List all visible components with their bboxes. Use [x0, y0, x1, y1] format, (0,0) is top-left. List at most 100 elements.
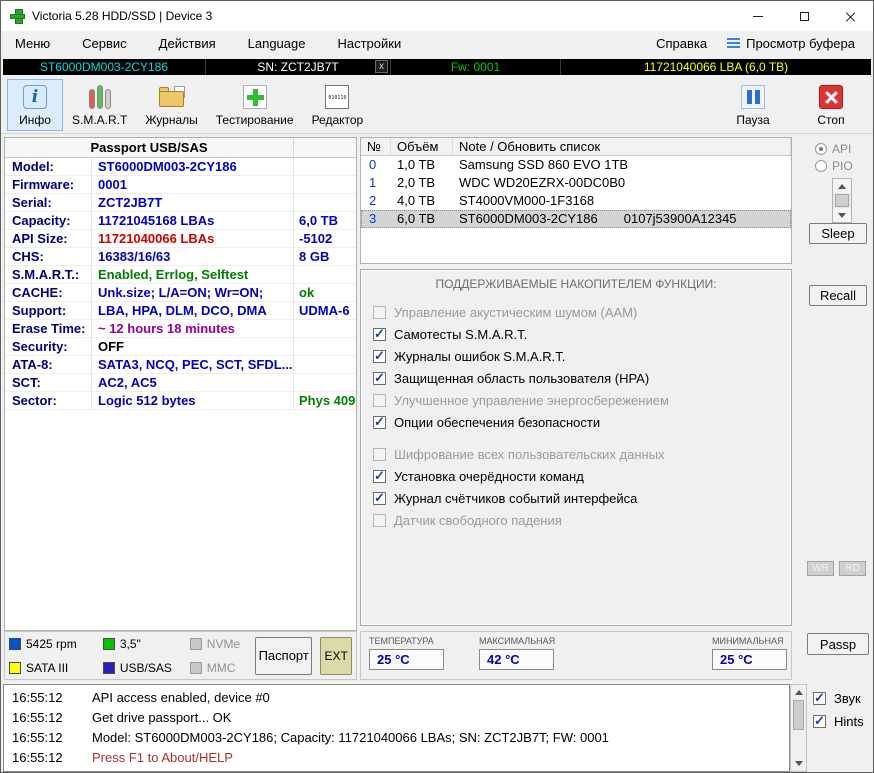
scroll-thumb[interactable]	[835, 194, 849, 207]
scroll-down-icon[interactable]	[791, 756, 806, 771]
log-message: Get drive passport... OK	[92, 710, 232, 725]
legend-formfactor: 3,5"	[102, 636, 190, 652]
menu-item-actions[interactable]: Действия	[143, 36, 232, 51]
legend-rpm-label: 5425 rpm	[26, 636, 77, 651]
features-title: ПОДДЕРЖИВАЕМЫЕ НАКОПИТЕЛЕМ ФУНКЦИИ:	[435, 277, 717, 291]
scroll-up-icon[interactable]	[833, 179, 851, 193]
speed-scrollbar[interactable]	[832, 178, 852, 223]
passport-label: Model:	[12, 159, 54, 174]
pause-button[interactable]: Пауза	[725, 79, 781, 131]
feature-checkbox[interactable]	[373, 326, 386, 342]
window-title: Victoria 5.28 HDD/SSD | Device 3	[32, 9, 213, 23]
drive-row[interactable]: 2 4,0 TB ST4000VM000-1F3168	[361, 192, 791, 210]
close-button[interactable]	[827, 1, 873, 31]
feature-checkbox[interactable]	[373, 414, 386, 430]
maximize-button[interactable]	[781, 1, 827, 31]
log-message: Model: ST6000DM003-2CY186; Capacity: 117…	[92, 730, 609, 745]
feature-checkbox	[373, 513, 386, 527]
passport-value: 0001	[91, 176, 293, 193]
feature-checkbox	[373, 305, 386, 319]
log-line: 16:55:12 Model: ST6000DM003-2CY186; Capac…	[12, 728, 781, 748]
drive-row[interactable]: 3 6,0 TB ST6000DM003-2CY186 0107j53900A1234…	[361, 210, 791, 228]
passp-button[interactable]: Passp	[807, 633, 869, 655]
passport-value: 11721040066 LBAs	[91, 230, 293, 247]
tab-journals[interactable]: Журналы	[136, 79, 206, 131]
passport-row: CACHE: Unk.size; L/A=ON; Wr=ON; ok	[5, 284, 356, 302]
column-number: №	[361, 138, 391, 155]
passport-value: Logic 512 bytes	[91, 392, 293, 409]
drive-row[interactable]: 0 1,0 TB Samsung SSD 860 EVO 1TB	[361, 156, 791, 174]
passport-extra: UDMA-6	[293, 302, 356, 319]
passport-extra	[293, 176, 356, 193]
sleep-button[interactable]: Sleep	[809, 223, 867, 244]
pause-icon	[740, 84, 766, 110]
hints-checkbox-box[interactable]	[813, 713, 826, 729]
menubar: Меню Сервис Действия Language Настройки …	[1, 31, 873, 55]
passport-value: SATA3, NCQ, PEC, SCT, SFDL...	[91, 356, 293, 373]
tab-editor[interactable]: Редактор	[303, 79, 373, 131]
log-line: 16:55:12 Get drive passport... OK	[12, 708, 781, 728]
tab-journals-label: Журналы	[145, 112, 198, 127]
temperature-current-value: 25 °C	[369, 649, 444, 670]
log-area: 16:55:12 API access enabled, device #0 16…	[3, 684, 790, 772]
hints-checkbox[interactable]: Hints	[813, 713, 864, 729]
feature-checkbox[interactable]	[373, 468, 386, 484]
passport-button[interactable]: Паспорт	[255, 636, 313, 675]
drive-size: 2,0 TB	[397, 175, 436, 190]
infobar-close-button[interactable]: x	[375, 60, 388, 73]
drive-number: 1	[369, 175, 377, 190]
scroll-thumb[interactable]	[793, 700, 804, 730]
legend-usb-sas-label: USB/SAS	[119, 660, 172, 675]
menu-item-service[interactable]: Сервис	[66, 36, 143, 51]
sound-checkbox[interactable]: Звук	[813, 690, 861, 706]
sound-checkbox-label: Звук	[834, 691, 861, 706]
sound-checkbox-box[interactable]	[813, 690, 826, 706]
journals-icon	[158, 84, 185, 110]
tab-smart[interactable]: S.M.A.R.T	[63, 79, 136, 131]
menu-item-settings[interactable]: Настройки	[321, 36, 417, 51]
scroll-down-icon[interactable]	[833, 208, 851, 222]
nvme-color-swatch	[189, 637, 202, 650]
recall-button[interactable]: Recall	[809, 285, 867, 306]
menu-item-menu[interactable]: Меню	[9, 36, 66, 51]
minimize-button[interactable]	[735, 1, 781, 31]
tab-info[interactable]: Инфо	[7, 79, 63, 131]
stop-button[interactable]: Стоп	[803, 79, 859, 131]
api-radio: API	[815, 142, 851, 156]
feature-smart-selftests: Самотесты S.M.A.R.T.	[361, 323, 791, 345]
column-note-refresh[interactable]: Note / Обновить список	[453, 138, 791, 155]
temperature-panel: ТЕМПЕРАТУРА 25 °C МАКСИМАЛЬНАЯ 42 °C МИН…	[360, 631, 792, 680]
feature-checkbox[interactable]	[373, 490, 386, 506]
passport-value: OFF	[91, 338, 293, 355]
scroll-track[interactable]	[791, 730, 806, 756]
passport-value: 11721045168 LBAs	[91, 212, 293, 229]
buffer-view-button[interactable]: Просмотр буфера	[723, 36, 859, 51]
log-scrollbar[interactable]	[790, 684, 807, 772]
feature-hpa: Защищенная область пользователя (HPA)	[361, 367, 791, 389]
formfactor-color-swatch	[102, 637, 115, 650]
feature-label: Самотесты S.M.A.R.T.	[394, 326, 528, 342]
menu-item-help[interactable]: Справка	[640, 36, 723, 51]
passport-label: CHS:	[12, 249, 44, 264]
stop-label: Стоп	[817, 112, 845, 127]
passport-value: AC2, AC5	[91, 374, 293, 391]
maximize-icon	[799, 11, 809, 21]
feature-checkbox[interactable]	[373, 370, 386, 386]
feature-checkbox[interactable]	[373, 348, 386, 364]
drive-number: 0	[369, 157, 377, 172]
drive-number: 2	[369, 193, 377, 208]
menu-item-language[interactable]: Language	[232, 36, 322, 51]
temperature-max-value: 42 °C	[479, 649, 554, 670]
passport-row: CHS: 16383/16/63 8 GB	[5, 248, 356, 266]
ext-button[interactable]: EXT	[320, 636, 353, 675]
passport-value: Enabled, Errlog, Selftest	[91, 266, 293, 283]
drive-row[interactable]: 1 2,0 TB WDC WD20EZRX-00DC0B0	[361, 174, 791, 192]
stop-icon	[818, 84, 844, 110]
legend-mmc: MMC	[189, 660, 251, 676]
passport-row: Erase Time: ~ 12 hours 18 minutes	[5, 320, 356, 338]
passport-row: ATA-8: SATA3, NCQ, PEC, SCT, SFDL...	[5, 356, 356, 374]
passport-row: Model: ST6000DM003-2CY186	[5, 158, 356, 176]
tab-smart-label: S.M.A.R.T	[72, 112, 128, 127]
scroll-up-icon[interactable]	[791, 685, 806, 700]
tab-testing[interactable]: Тестирование	[207, 79, 303, 131]
